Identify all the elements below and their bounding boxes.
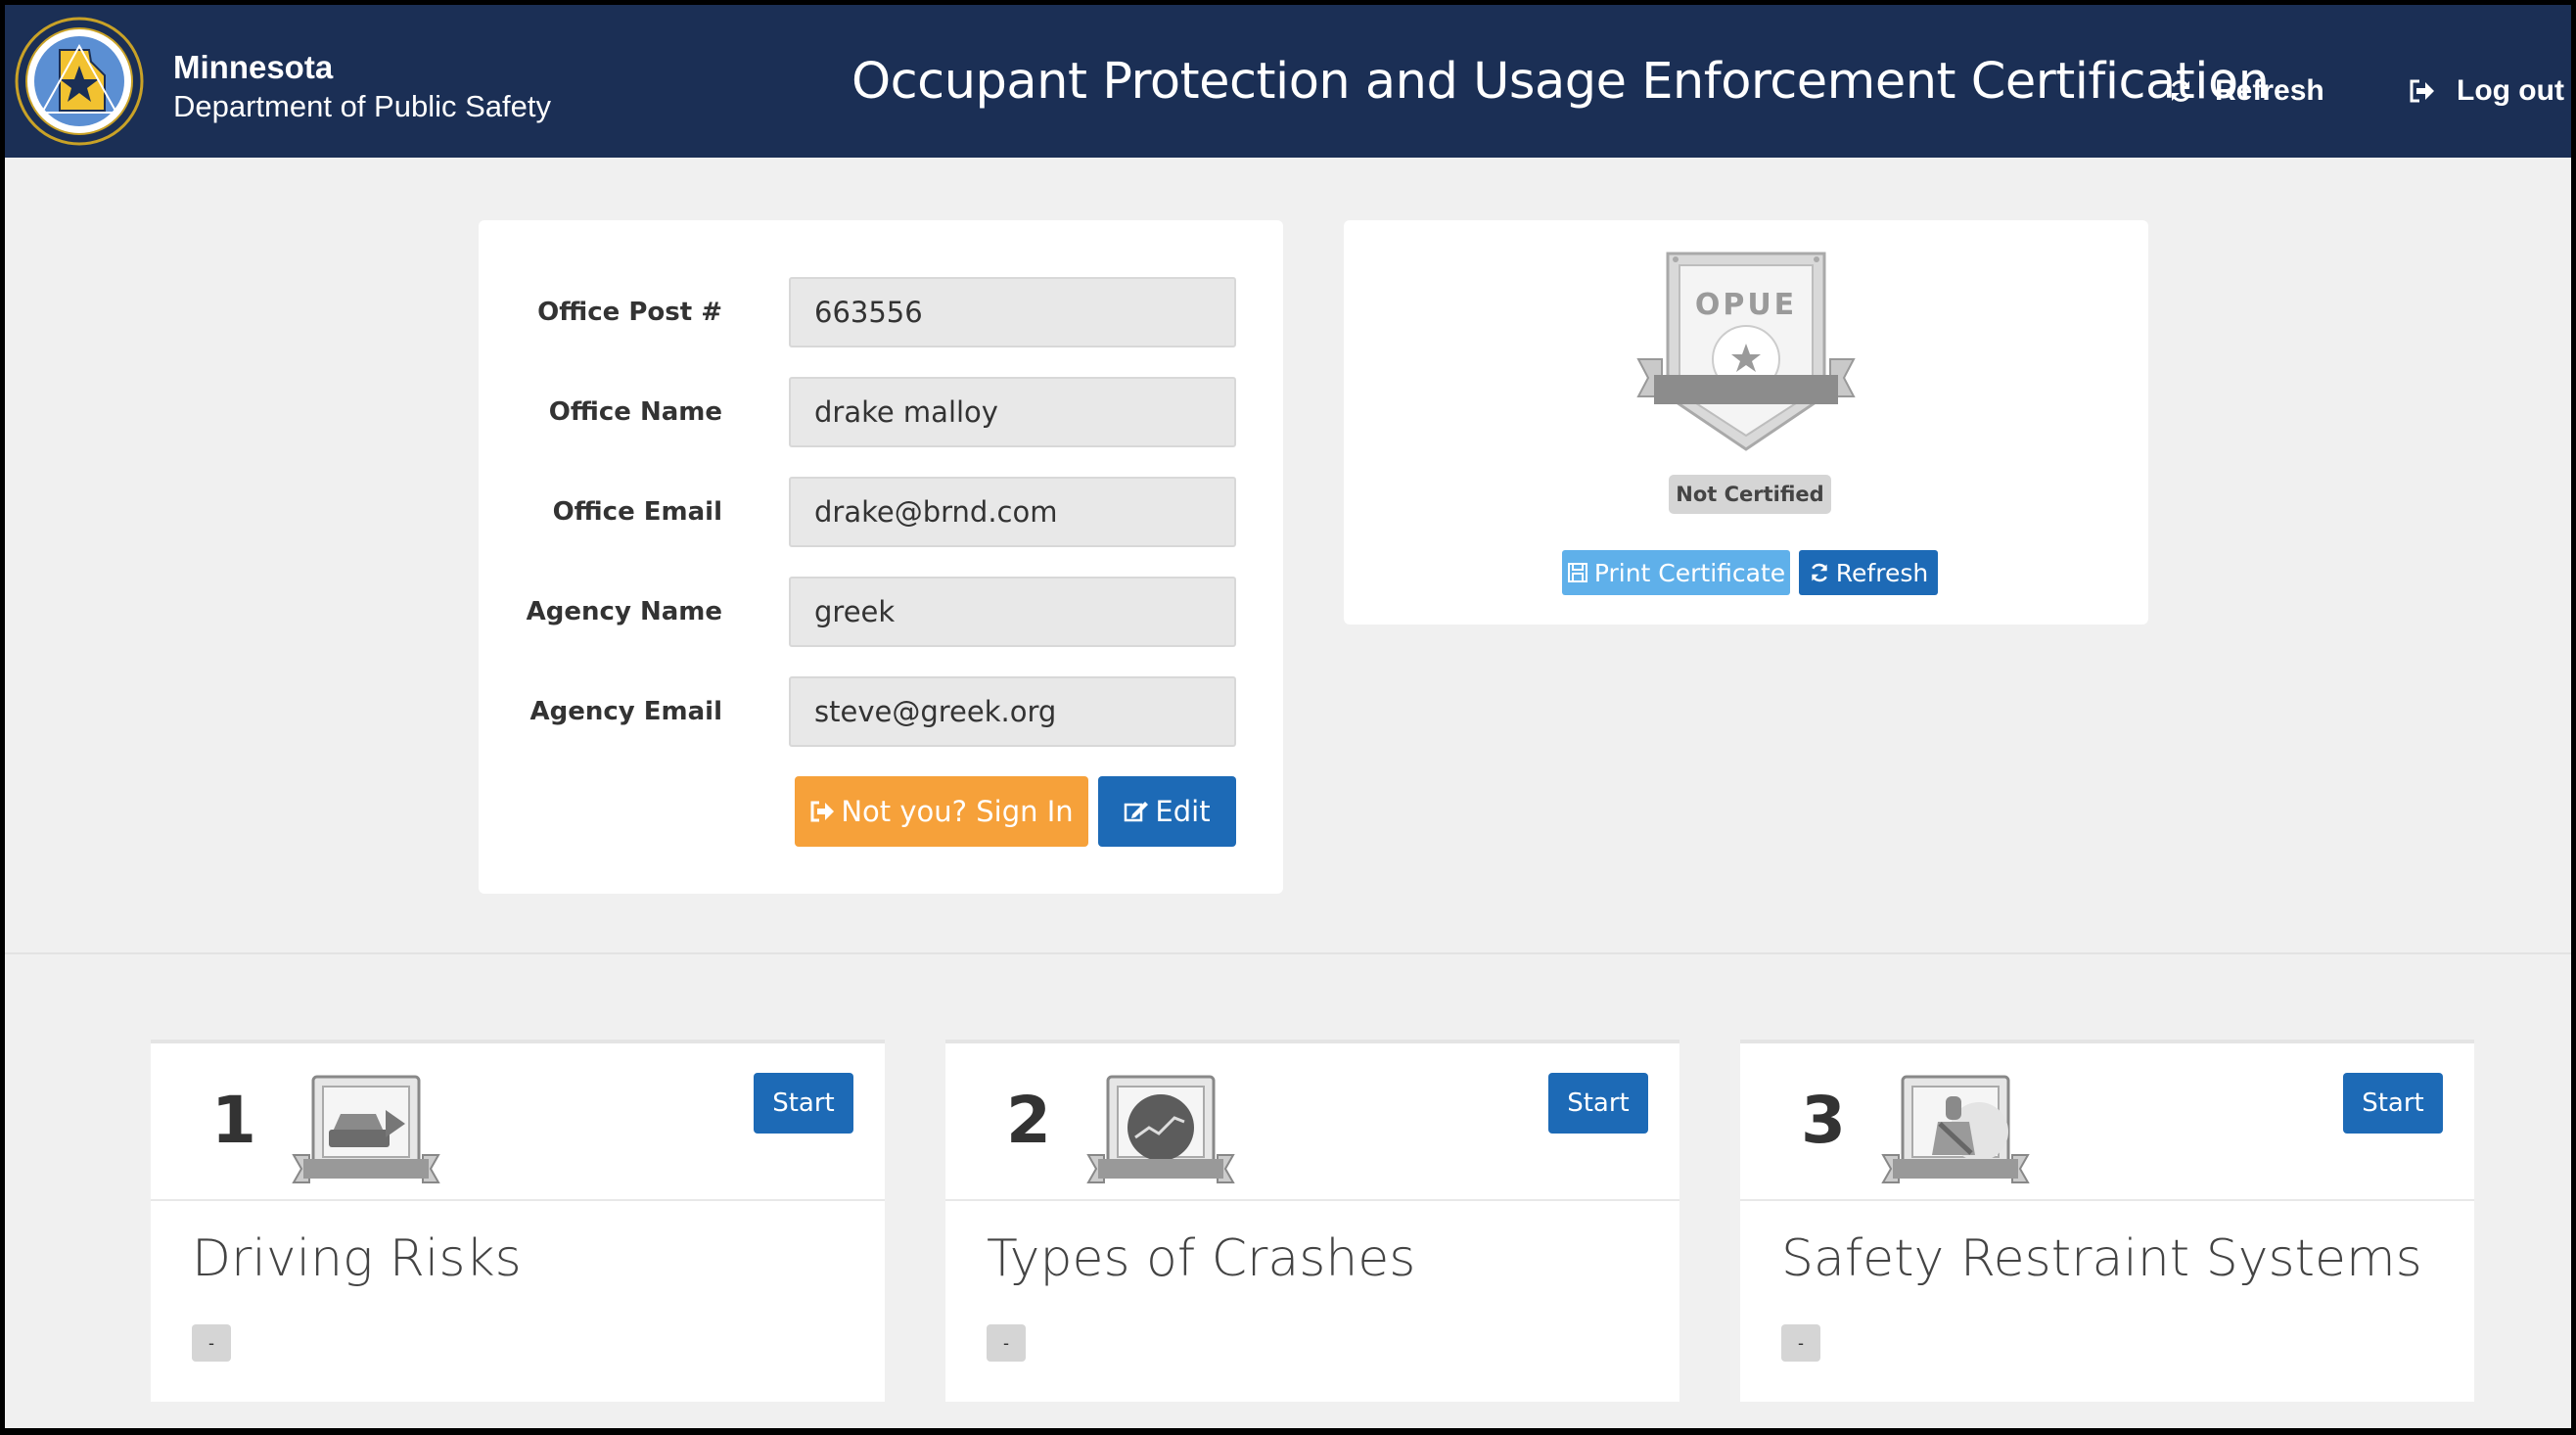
header-refresh-label: Refresh [2215, 74, 2324, 107]
refresh-icon [2171, 80, 2190, 102]
field-label: Agency Name [526, 597, 722, 626]
module-header: 1 Start [151, 1043, 885, 1201]
print-certificate-label: Print Certificate [1593, 558, 1786, 587]
app-window: Minnesota Department of Public Safety Oc… [5, 5, 2571, 1428]
module-number: 1 [211, 1083, 256, 1158]
module-status-badge: - [1781, 1324, 1820, 1362]
org-department: Department of Public Safety [173, 89, 551, 123]
module-status-badge: - [192, 1324, 231, 1362]
seatbelt-icon [1881, 1075, 2030, 1183]
sign-in-button[interactable]: Not you? Sign In [795, 776, 1088, 847]
module-title: Safety Restraint Systems [1781, 1229, 2422, 1288]
certificate-card: OPUE Not Certified Print Certificate Ref… [1344, 220, 2148, 625]
section-divider [5, 952, 2571, 954]
field-agency-name: Agency Name greek [479, 577, 1283, 647]
field-label: Office Email [552, 497, 722, 527]
edit-icon [1125, 802, 1149, 822]
field-agency-email: Agency Email steve@greek.org [479, 676, 1283, 747]
start-button[interactable]: Start [754, 1073, 853, 1134]
module-number: 2 [1006, 1083, 1051, 1158]
sign-in-label: Not you? Sign In [841, 795, 1074, 828]
module-header: 3 Start [1740, 1043, 2474, 1201]
start-button[interactable]: Start [2343, 1073, 2443, 1134]
org-state: Minnesota [173, 49, 334, 85]
print-certificate-button[interactable]: Print Certificate [1562, 550, 1790, 595]
car-icon [292, 1075, 440, 1183]
office-post-input[interactable]: 663556 [789, 277, 1236, 347]
module-title: Driving Risks [192, 1229, 522, 1288]
field-label: Office Name [548, 397, 722, 427]
field-label: Office Post # [537, 298, 722, 327]
office-name-input[interactable]: drake malloy [789, 377, 1236, 447]
field-office-post: Office Post # 663556 [479, 277, 1283, 347]
module-card-types-of-crashes: 2 Start Types of Crashes - [945, 1040, 1679, 1402]
sign-in-icon [810, 801, 835, 822]
agency-name-input[interactable]: greek [789, 577, 1236, 647]
field-office-name: Office Name drake malloy [479, 377, 1283, 447]
certificate-refresh-label: Refresh [1835, 558, 1929, 587]
header-bar: Minnesota Department of Public Safety Oc… [5, 5, 2571, 158]
edit-label: Edit [1155, 795, 1211, 828]
module-number: 3 [1801, 1083, 1846, 1158]
app-title: Occupant Protection and Usage Enforcemen… [851, 53, 2270, 111]
module-card-safety-restraint-systems: 3 Start Safety Restraint Systems - [1740, 1040, 2474, 1402]
module-header: 2 Start [945, 1043, 1679, 1201]
certificate-refresh-button[interactable]: Refresh [1799, 550, 1938, 595]
module-title: Types of Crashes [987, 1229, 1416, 1288]
module-card-driving-risks: 1 Start Driving Risks - [151, 1040, 885, 1402]
logout-button[interactable]: Log out [2408, 71, 2564, 111]
save-icon [1567, 563, 1587, 582]
header-refresh-button[interactable]: Refresh [2168, 71, 2324, 111]
org-name: Minnesota Department of Public Safety [173, 48, 551, 126]
agency-email-input[interactable]: steve@greek.org [789, 676, 1236, 747]
certificate-badge-icon: OPUE [1636, 252, 1856, 451]
edit-button[interactable]: Edit [1098, 776, 1236, 847]
sign-out-icon [2410, 79, 2434, 103]
certification-status-badge: Not Certified [1669, 475, 1831, 514]
refresh-icon [1811, 563, 1827, 582]
logout-label: Log out [2457, 74, 2564, 107]
badge-text: OPUE [1695, 288, 1797, 322]
field-label: Agency Email [529, 697, 722, 726]
start-button[interactable]: Start [1548, 1073, 1648, 1134]
field-office-email: Office Email drake@brnd.com [479, 477, 1283, 547]
profile-card: Office Post # 663556 Office Name drake m… [479, 220, 1283, 894]
office-email-input[interactable]: drake@brnd.com [789, 477, 1236, 547]
module-status-badge: - [987, 1324, 1026, 1362]
speedometer-icon [1086, 1075, 1235, 1183]
state-seal-logo [15, 17, 144, 146]
